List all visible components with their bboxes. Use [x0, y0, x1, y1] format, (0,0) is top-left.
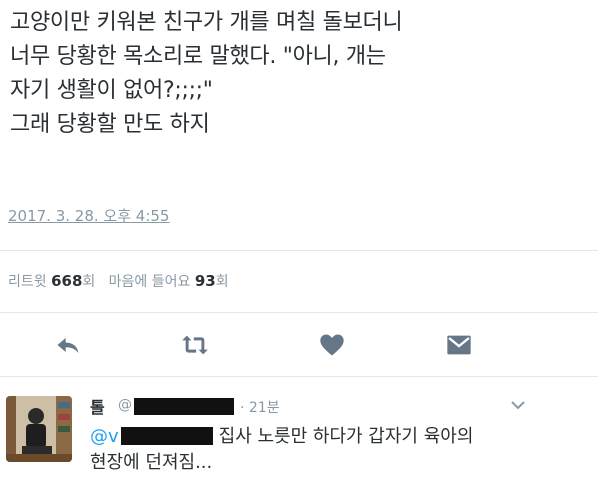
reply-text-body-1: 집사 노릇만 하다가 갑자기 육아의 [218, 426, 474, 447]
retweets-unit: 회 [82, 274, 96, 290]
tweet-line-1: 고양이만 키워본 친구가 개를 며칠 돌보더니 [10, 10, 403, 35]
tweet-text: 고양이만 키워본 친구가 개를 며칠 돌보더니 너무 당황한 목소리로 말했다.… [10, 6, 590, 142]
divider-top [0, 250, 598, 251]
tweet-line-4: 그래 당황할 만도 하지 [10, 112, 210, 137]
heart-icon [320, 334, 344, 356]
reply-text: @v 집사 노릇만 하다가 갑자기 육아의 현장에 던져짐... [90, 424, 473, 476]
avatar[interactable] [6, 396, 72, 462]
tweet-timestamp[interactable]: 2017. 3. 28. 오후 4:55 [8, 205, 169, 226]
retweets-count[interactable]: 668 [51, 272, 82, 290]
reply-author-handle[interactable]: @ [118, 397, 132, 413]
reply-text-line-1: @v 집사 노릇만 하다가 갑자기 육아의 [90, 424, 473, 450]
message-button[interactable] [441, 331, 477, 361]
redacted-mention [120, 427, 213, 445]
chevron-down-icon[interactable] [508, 398, 528, 412]
redacted-handle [134, 398, 234, 415]
like-button[interactable] [314, 331, 350, 361]
envelope-icon [447, 335, 471, 355]
divider-middle [0, 312, 598, 313]
likes-count[interactable]: 93 [195, 272, 216, 290]
reply-author-name[interactable]: 톨 [90, 394, 105, 418]
divider-bottom [0, 376, 598, 377]
retweet-icon [182, 335, 208, 355]
tweet-stats: 리트윗 668회 마음에 들어요 93회 [8, 271, 229, 291]
retweet-button[interactable] [177, 331, 213, 361]
reply-tweet[interactable]: 톨 @ · 21분 @v 집사 노릇만 하다가 갑자기 육아의 현장에 던져짐..… [0, 384, 598, 482]
reply-time[interactable]: · 21분 [240, 397, 280, 417]
tweet-actions [0, 325, 598, 365]
reply-mention[interactable]: @v [90, 426, 119, 447]
reply-icon [57, 338, 79, 354]
retweets-label: 리트윗 [8, 274, 47, 290]
tweet-line-2: 너무 당황한 목소리로 말했다. "아니, 개는 [10, 44, 386, 69]
reply-text-line-2: 현장에 던져짐... [90, 452, 213, 473]
reply-button[interactable] [50, 331, 86, 361]
avatar-image [6, 396, 72, 462]
tweet-line-3: 자기 생활이 없어?;;;;" [10, 78, 213, 103]
likes-label: 마음에 들어요 [108, 274, 191, 290]
likes-unit: 회 [215, 274, 229, 290]
